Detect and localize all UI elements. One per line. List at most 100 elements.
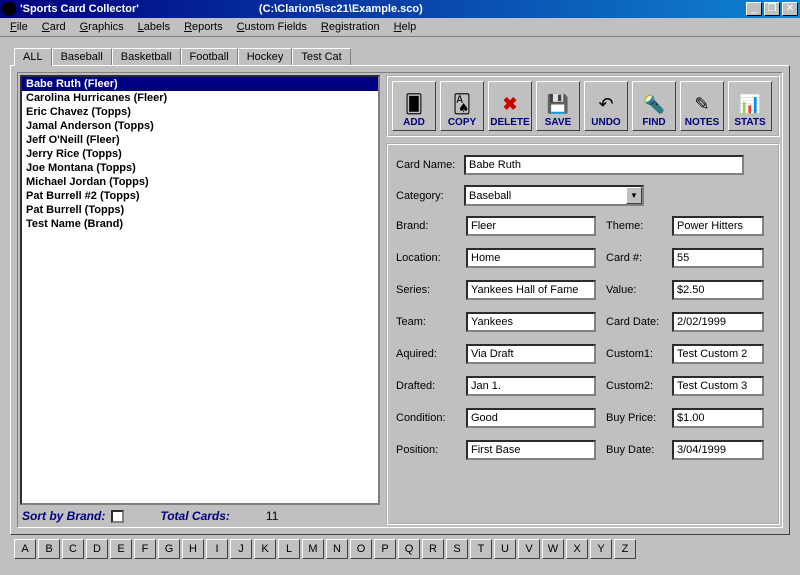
alpha-b[interactable]: B xyxy=(38,539,60,559)
alpha-q[interactable]: Q xyxy=(398,539,420,559)
alpha-r[interactable]: R xyxy=(422,539,444,559)
undo-button[interactable]: ↶UNDO xyxy=(584,81,628,131)
alpha-n[interactable]: N xyxy=(326,539,348,559)
alpha-c[interactable]: C xyxy=(62,539,84,559)
list-item[interactable]: Pat Burrell #2 (Topps) xyxy=(22,189,378,203)
tab-hockey[interactable]: Hockey xyxy=(238,48,293,66)
menu-card[interactable]: Card xyxy=(36,19,72,35)
minimize-button[interactable]: _ xyxy=(746,2,762,16)
card-list[interactable]: Babe Ruth (Fleer) Carolina Hurricanes (F… xyxy=(20,75,380,505)
list-item[interactable]: Test Name (Brand) xyxy=(22,217,378,231)
alpha-w[interactable]: W xyxy=(542,539,564,559)
tab-basketball[interactable]: Basketball xyxy=(112,48,181,66)
alpha-g[interactable]: G xyxy=(158,539,180,559)
drafted-field[interactable] xyxy=(466,376,596,396)
buyprice-field[interactable] xyxy=(672,408,764,428)
find-button[interactable]: 🔦FIND xyxy=(632,81,676,131)
team-field[interactable] xyxy=(466,312,596,332)
card-name-field[interactable] xyxy=(464,155,744,175)
list-item[interactable]: Pat Burrell (Topps) xyxy=(22,203,378,217)
condition-field[interactable] xyxy=(466,408,596,428)
undo-icon: ↶ xyxy=(593,91,619,117)
alpha-h[interactable]: H xyxy=(182,539,204,559)
list-item[interactable]: Carolina Hurricanes (Fleer) xyxy=(22,91,378,105)
condition-label: Condition: xyxy=(396,412,458,424)
sort-checkbox[interactable] xyxy=(111,510,124,523)
alpha-a[interactable]: A xyxy=(14,539,36,559)
carddate-label: Card Date: xyxy=(606,316,662,328)
custom2-field[interactable] xyxy=(672,376,764,396)
series-field[interactable] xyxy=(466,280,596,300)
alpha-x[interactable]: X xyxy=(566,539,588,559)
alpha-j[interactable]: J xyxy=(230,539,252,559)
alpha-f[interactable]: F xyxy=(134,539,156,559)
stats-button[interactable]: 📊STATS xyxy=(728,81,772,131)
position-field[interactable] xyxy=(466,440,596,460)
delete-button[interactable]: ✖DELETE xyxy=(488,81,532,131)
list-item[interactable]: Joe Montana (Topps) xyxy=(22,161,378,175)
save-icon: 💾 xyxy=(545,91,571,117)
file-path: (C:\Clarion5\sc21\Example.sco) xyxy=(259,3,423,15)
tab-testcat[interactable]: Test Cat xyxy=(292,48,350,66)
chevron-down-icon[interactable]: ▼ xyxy=(626,187,642,204)
list-item[interactable]: Jerry Rice (Topps) xyxy=(22,147,378,161)
alpha-l[interactable]: L xyxy=(278,539,300,559)
alpha-k[interactable]: K xyxy=(254,539,276,559)
menu-registration[interactable]: Registration xyxy=(315,19,386,35)
brand-field[interactable] xyxy=(466,216,596,236)
carddate-field[interactable] xyxy=(672,312,764,332)
category-value: Baseball xyxy=(469,190,511,202)
sort-label: Sort by Brand: xyxy=(22,509,105,523)
menu-labels[interactable]: Labels xyxy=(132,19,176,35)
card-form: Card Name: Category: Baseball ▼ Brand: T… xyxy=(386,143,780,525)
menu-file[interactable]: File xyxy=(4,19,34,35)
cardno-field[interactable] xyxy=(672,248,764,268)
titlebar: 'Sports Card Collector' (C:\Clarion5\sc2… xyxy=(0,0,800,18)
location-field[interactable] xyxy=(466,248,596,268)
save-button[interactable]: 💾SAVE xyxy=(536,81,580,131)
add-icon: 🂠 xyxy=(401,91,427,117)
menu-help[interactable]: Help xyxy=(388,19,423,35)
list-item[interactable]: Michael Jordan (Topps) xyxy=(22,175,378,189)
buydate-field[interactable] xyxy=(672,440,764,460)
copy-button[interactable]: 🂡COPY xyxy=(440,81,484,131)
alpha-z[interactable]: Z xyxy=(614,539,636,559)
maximize-button[interactable]: ❐ xyxy=(764,2,780,16)
notes-icon: ✎ xyxy=(689,91,715,117)
notes-button[interactable]: ✎NOTES xyxy=(680,81,724,131)
list-item[interactable]: Jeff O'Neill (Fleer) xyxy=(22,133,378,147)
alpha-u[interactable]: U xyxy=(494,539,516,559)
alpha-t[interactable]: T xyxy=(470,539,492,559)
tab-baseball[interactable]: Baseball xyxy=(52,48,112,66)
custom1-field[interactable] xyxy=(672,344,764,364)
alpha-i[interactable]: I xyxy=(206,539,228,559)
close-button[interactable]: ✕ xyxy=(782,2,798,16)
alpha-m[interactable]: M xyxy=(302,539,324,559)
drafted-label: Drafted: xyxy=(396,380,458,392)
alpha-y[interactable]: Y xyxy=(590,539,612,559)
list-item[interactable]: Babe Ruth (Fleer) xyxy=(22,77,378,91)
find-icon: 🔦 xyxy=(641,91,667,117)
menu-reports[interactable]: Reports xyxy=(178,19,229,35)
series-label: Series: xyxy=(396,284,458,296)
aquired-label: Aquired: xyxy=(396,348,458,360)
add-button[interactable]: 🂠ADD xyxy=(392,81,436,131)
category-select[interactable]: Baseball ▼ xyxy=(464,185,644,206)
alpha-s[interactable]: S xyxy=(446,539,468,559)
alpha-d[interactable]: D xyxy=(86,539,108,559)
menu-custom-fields[interactable]: Custom Fields xyxy=(231,19,313,35)
list-item[interactable]: Jamal Anderson (Topps) xyxy=(22,119,378,133)
app-icon xyxy=(2,2,16,16)
tab-all[interactable]: ALL xyxy=(14,48,52,66)
menu-graphics[interactable]: Graphics xyxy=(74,19,130,35)
aquired-field[interactable] xyxy=(466,344,596,364)
team-label: Team: xyxy=(396,316,458,328)
list-item[interactable]: Eric Chavez (Topps) xyxy=(22,105,378,119)
alpha-p[interactable]: P xyxy=(374,539,396,559)
alpha-v[interactable]: V xyxy=(518,539,540,559)
alpha-o[interactable]: O xyxy=(350,539,372,559)
tab-football[interactable]: Football xyxy=(181,48,238,66)
alpha-e[interactable]: E xyxy=(110,539,132,559)
theme-field[interactable] xyxy=(672,216,764,236)
value-field[interactable] xyxy=(672,280,764,300)
